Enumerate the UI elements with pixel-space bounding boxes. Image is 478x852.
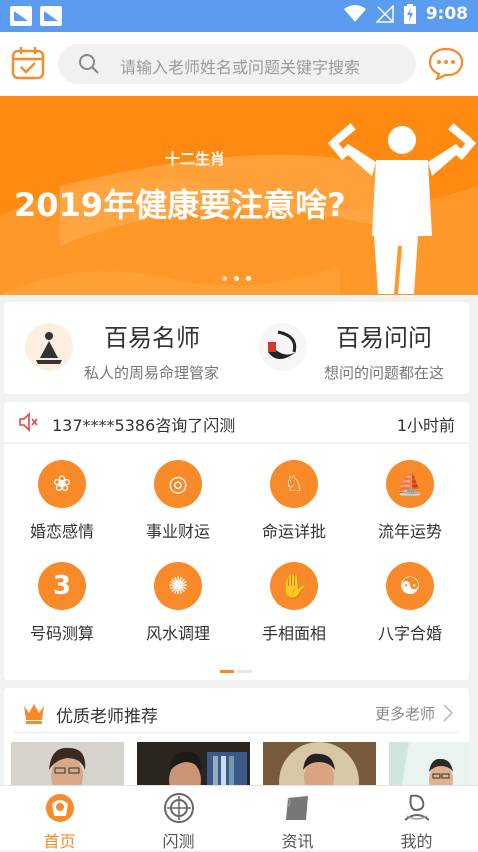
recommend-title: 优质老师推荐 [56, 707, 158, 727]
coin-icon: ◎ [154, 460, 202, 508]
category-marriage[interactable]: ❀ 婚恋感情 [4, 460, 120, 542]
search-icon [79, 54, 99, 74]
bottom-tab-bar: 首页 闪测 资讯 我的 [0, 785, 478, 851]
carousel-dot [222, 276, 227, 281]
tab-news[interactable]: 资讯 [238, 786, 357, 851]
more-teachers-link[interactable]: 更多老师 [375, 703, 435, 724]
pager-dot [238, 670, 252, 673]
notice-text: 137****5386咨询了闪测 [52, 416, 236, 435]
category-palm[interactable]: ✋ 手相面相 [236, 562, 352, 644]
tab-home[interactable]: 首页 [0, 786, 119, 851]
category-grid: ❀ 婚恋感情 ◎ 事业财运 ♘ 命运详批 ⛵ 流年运势 3 号码测算 ✺ 风水调… [4, 444, 469, 680]
tab-profile[interactable]: 我的 [357, 786, 476, 851]
tab-label: 闪测 [162, 832, 195, 851]
feature-subtitle: 想问的问题都在这 [324, 364, 445, 382]
category-label: 风水调理 [145, 624, 210, 643]
meditation-master-icon [25, 323, 73, 371]
profile-icon [404, 794, 430, 821]
scroll-icon [286, 796, 308, 820]
calendar-check-icon[interactable] [11, 46, 45, 80]
no-signal-icon [375, 5, 394, 23]
category-destiny[interactable]: ♘ 命运详批 [236, 460, 352, 542]
palm-icon: ✋ [270, 562, 318, 610]
carousel-dot [246, 276, 251, 281]
category-number[interactable]: 3 号码测算 [4, 562, 120, 644]
search-input[interactable]: 请输入老师姓名或问题关键字搜索 [120, 54, 360, 78]
compass-icon: ✺ [154, 562, 202, 610]
category-label: 八字合婚 [377, 624, 442, 643]
message-icon[interactable] [428, 46, 464, 80]
feature-subtitle: 私人的周易命理管家 [84, 364, 220, 382]
status-bar: 9:08 [0, 0, 478, 32]
home-icon [46, 794, 74, 822]
compass-tab-icon [164, 793, 194, 823]
tab-flash-test[interactable]: 闪测 [119, 786, 238, 851]
category-label: 事业财运 [145, 522, 210, 541]
category-label: 命运详批 [261, 522, 326, 541]
carousel-dot-active [234, 276, 239, 281]
taiji-icon: ☯ [386, 562, 434, 610]
number-icon: 3 [38, 562, 86, 610]
ship-icon: ⛵ [386, 460, 434, 508]
carousel-indicator [222, 276, 251, 281]
search-bar[interactable]: 请输入老师姓名或问题关键字搜索 [58, 44, 416, 84]
category-label: 手相面相 [261, 624, 326, 643]
fitness-figure-icon [328, 123, 476, 294]
category-bazi[interactable]: ☯ 八字合婚 [352, 562, 468, 644]
speaker-mute-icon [19, 412, 38, 432]
grid-pager [220, 670, 252, 673]
tab-label: 首页 [43, 832, 76, 851]
wifi-icon [343, 5, 366, 22]
category-label: 号码测算 [29, 624, 94, 643]
recommend-section: 优质老师推荐 更多老师 [4, 688, 469, 798]
notice-time: 1小时前 [396, 416, 455, 435]
tab-label: 资讯 [281, 832, 314, 851]
ink-brush-icon [259, 323, 307, 371]
category-label: 流年运势 [377, 522, 442, 541]
feature-title: 百易名师 [104, 324, 200, 352]
category-yearly[interactable]: ⛵ 流年运势 [352, 460, 468, 542]
feature-title: 百易问问 [336, 324, 432, 352]
banner-subtitle: 十二生肖 [165, 150, 226, 168]
category-label: 婚恋感情 [29, 522, 94, 541]
pager-dot-active [220, 670, 234, 673]
marriage-icon: ❀ [38, 460, 86, 508]
app-notification-icon [40, 6, 62, 26]
tab-label: 我的 [400, 832, 433, 851]
category-fengshui[interactable]: ✺ 风水调理 [120, 562, 236, 644]
app-notification-icon [10, 6, 32, 26]
promo-banner[interactable]: 十二生肖 2019年健康要注意啥? [0, 96, 478, 295]
destiny-icon: ♘ [270, 460, 318, 508]
chevron-right-icon[interactable] [443, 704, 453, 722]
category-career[interactable]: ◎ 事业财运 [120, 460, 236, 542]
feature-card-masters[interactable]: 百易名师 私人的周易命理管家 [4, 302, 236, 394]
status-time: 9:08 [425, 4, 468, 24]
feature-card-ask[interactable]: 百易问问 想问的问题都在这 [236, 302, 469, 394]
consult-notice[interactable]: 137****5386咨询了闪测 1小时前 [4, 402, 469, 442]
feature-cards: 百易名师 私人的周易命理管家 百易问问 想问的问题都在这 [4, 302, 469, 394]
crown-icon [24, 704, 44, 724]
battery-charging-icon [403, 4, 416, 24]
banner-title: 2019年健康要注意啥? [14, 186, 346, 224]
top-header: 请输入老师姓名或问题关键字搜索 [0, 32, 478, 96]
